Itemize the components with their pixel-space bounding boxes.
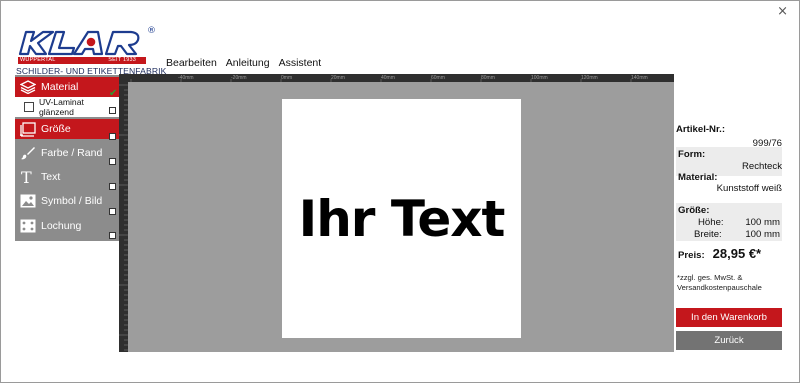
ruler-corner [119, 74, 128, 82]
width-value: 100 mm [745, 229, 780, 240]
ruler-label: 80mm [481, 75, 495, 81]
ruler-left-ticks [119, 84, 128, 351]
price-label: Preis: [678, 250, 705, 261]
price-note: *zzgl. ges. MwSt. & Versandkostenpauscha… [677, 273, 762, 292]
sidebar-item-label: Lochung [41, 220, 82, 232]
form-label: Form: [678, 149, 706, 160]
top-menu: Bearbeiten Anleitung Assistent [166, 57, 321, 69]
material-label: Material: [678, 172, 718, 183]
status-marker [109, 208, 116, 215]
ruler-label: 40mm [381, 75, 395, 81]
sidebar-item-label: Material [41, 81, 79, 93]
sidebar-item-label: Symbol / Bild [41, 195, 103, 207]
status-marker [109, 232, 116, 239]
brush-icon [19, 145, 37, 161]
status-marker [109, 158, 116, 165]
logo-wordmark [18, 30, 140, 56]
sidebar-item-symbol-bild[interactable]: Symbol / Bild [15, 191, 121, 211]
price-value: 28,95 €* [712, 246, 762, 261]
status-marker [109, 107, 116, 114]
ruler-label: 60mm [431, 75, 445, 81]
material-value: Kunststoff weiß [716, 183, 782, 194]
menu-guide[interactable]: Anleitung [226, 57, 270, 69]
sign-text[interactable]: Ihr Text [299, 190, 506, 248]
text-icon: T [19, 169, 37, 185]
width-label: Breite: [694, 229, 722, 240]
form-value: Rechteck [742, 161, 782, 172]
ruler-label: 120mm [581, 75, 598, 81]
ruler-label: 0mm [281, 75, 293, 81]
svg-text:T: T [21, 169, 32, 185]
sidebar-item-label: Text [41, 171, 61, 183]
holes-icon [19, 218, 37, 234]
size-label: Größe: [678, 205, 710, 216]
sidebar-item-groesse[interactable]: Größe [15, 119, 121, 139]
close-icon[interactable]: × [777, 4, 788, 19]
status-marker [109, 183, 116, 190]
ruler-label: -40mm [178, 75, 194, 81]
ruler-left [119, 82, 128, 352]
article-label: Artikel-Nr.: [676, 124, 726, 135]
logo-since: SEIT 1933 [108, 57, 136, 63]
ruler-label: -20mm [231, 75, 247, 81]
status-marker [109, 133, 116, 140]
layers-icon [19, 79, 37, 95]
sidebar: Material UV-Laminat glänzend Größe Farbe… [15, 75, 121, 241]
price-row: Preis: 28,95 €* [678, 246, 761, 261]
ruler-label: 100mm [531, 75, 548, 81]
resize-icon [19, 121, 37, 137]
sidebar-item-label: Größe [41, 123, 71, 135]
uv-laminat-checkbox[interactable] [24, 102, 34, 112]
registered-mark: ® [147, 26, 156, 36]
add-to-cart-button[interactable]: In den Warenkorb [676, 308, 782, 327]
ruler-label: 140mm [631, 75, 648, 81]
logo-city: WUPPERTAL [20, 57, 56, 63]
material-option-uv-laminat[interactable]: UV-Laminat glänzend [15, 97, 121, 117]
logo-red-bar: WUPPERTAL SEIT 1933 [18, 57, 146, 64]
company-logo: ® WUPPERTAL SEIT 1933 SCHILDER- UND ETIK… [16, 26, 166, 76]
ruler-label: 20mm [331, 75, 345, 81]
sidebar-item-farbe-rand[interactable]: Farbe / Rand [15, 143, 121, 163]
height-value: 100 mm [745, 217, 780, 228]
menu-assistant[interactable]: Assistent [279, 57, 322, 69]
sign-preview[interactable]: Ihr Text [282, 99, 521, 338]
back-button[interactable]: Zurück [676, 331, 782, 350]
sidebar-item-material[interactable]: Material [15, 77, 121, 97]
height-label: Höhe: [698, 217, 724, 228]
sidebar-item-text[interactable]: T Text [15, 167, 121, 187]
ruler-top: -40mm -20mm 0mm 20mm 40mm 60mm 80mm 100m… [128, 74, 674, 82]
material-done-check-icon: ✔ [109, 88, 118, 99]
sidebar-item-lochung[interactable]: Lochung [15, 216, 121, 236]
sidebar-item-label: Farbe / Rand [41, 147, 103, 159]
image-icon [19, 193, 37, 209]
menu-edit[interactable]: Bearbeiten [166, 57, 217, 69]
